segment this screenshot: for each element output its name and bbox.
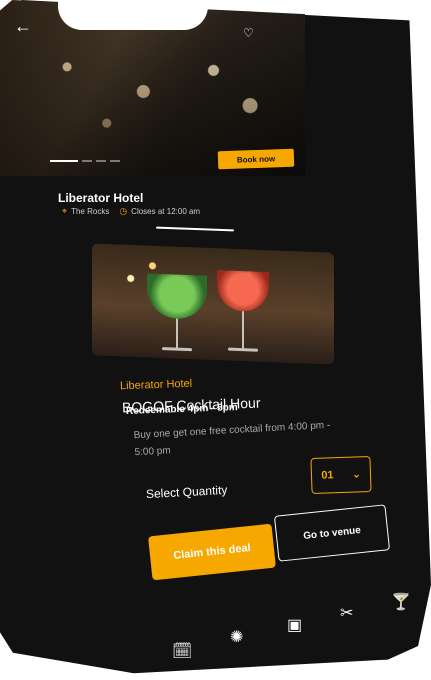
quantity-select[interactable]: 01 ⌄ xyxy=(310,455,372,495)
deal-description: Buy one get one free cocktail from 4:00 … xyxy=(133,419,331,459)
location-row: ⌖ The Rocks xyxy=(62,206,109,217)
arrow-left-icon[interactable]: ← xyxy=(14,16,32,37)
claim-deal-button[interactable]: Claim this deal xyxy=(148,523,276,581)
glass-stem xyxy=(242,311,244,350)
bottom-nav: 🗓 ✺ ▣ ✂ 🍸 xyxy=(160,590,422,660)
location-text: The Rocks xyxy=(71,207,110,216)
notch xyxy=(58,0,208,30)
venue-meta: ⌖ The Rocks ◷ Closes at 12:00 am xyxy=(62,206,200,217)
venue-title: Liberator Hotel xyxy=(58,191,144,205)
glass-base xyxy=(228,347,258,352)
section-divider xyxy=(155,226,235,232)
quantity-label: Select Quantity xyxy=(145,482,228,502)
glass-base xyxy=(162,347,192,352)
discount-badge-icon[interactable]: ✺ xyxy=(230,627,243,647)
cocktail-glass-red xyxy=(217,270,269,313)
deal-image xyxy=(92,243,334,365)
clock-icon: ◷ xyxy=(119,206,128,216)
quantity-value: 01 xyxy=(321,469,334,482)
calendar-add-icon[interactable]: ▣ xyxy=(287,615,302,635)
deal-venue: Liberator Hotel xyxy=(119,377,193,393)
calendar-icon[interactable]: 🗓 xyxy=(172,641,192,661)
chevron-down-icon[interactable]: ⌄ xyxy=(352,469,361,480)
hours-text: Closes at 12:00 am xyxy=(131,207,201,216)
food-icon[interactable]: ✂ xyxy=(340,603,353,623)
glass-stem xyxy=(176,318,178,349)
cocktail-icon[interactable]: 🍸 xyxy=(391,592,411,612)
location-icon: ⌖ xyxy=(62,206,68,216)
heart-icon[interactable]: ♡ xyxy=(243,26,254,40)
hours-row: ◷ Closes at 12:00 am xyxy=(119,206,200,217)
phone-frame: ← ♡ Book now Liberator Hotel ⌖ The Rocks … xyxy=(0,0,431,680)
go-to-venue-button[interactable]: Go to venue xyxy=(273,504,391,562)
cocktail-glass-green xyxy=(147,273,207,320)
